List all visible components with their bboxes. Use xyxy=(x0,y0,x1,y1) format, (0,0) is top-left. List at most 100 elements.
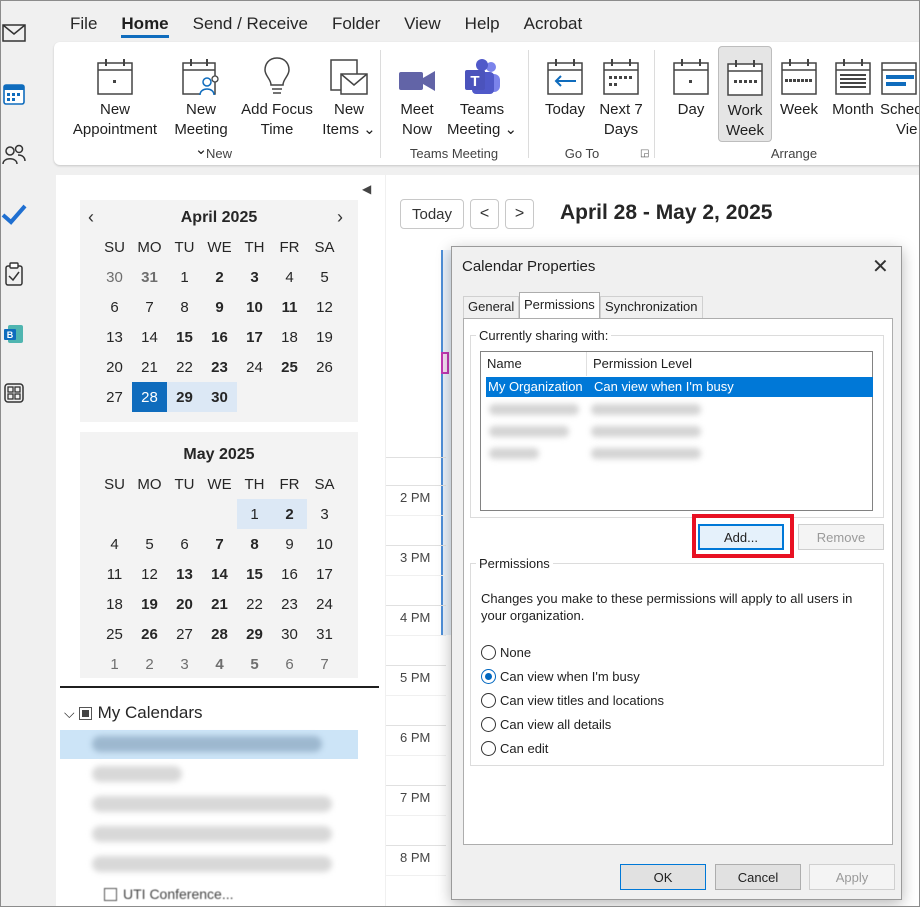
calendar-day[interactable]: 26 xyxy=(307,352,342,382)
day-view-button[interactable]: Day xyxy=(664,50,718,120)
calendar-day[interactable]: 5 xyxy=(307,262,342,292)
radio-can-view-titles[interactable]: Can view titles and locations xyxy=(481,693,664,708)
column-header-permission[interactable]: Permission Level xyxy=(587,352,873,376)
calendar-day[interactable]: 21 xyxy=(132,352,167,382)
calendar-day[interactable]: 26 xyxy=(132,619,167,649)
today-button[interactable]: Today xyxy=(400,199,464,229)
calendar-day[interactable]: 12 xyxy=(132,559,167,589)
people-icon[interactable] xyxy=(1,141,27,167)
next-7-days-button[interactable]: Next 7 Days xyxy=(594,50,648,140)
calendar-day[interactable]: 7 xyxy=(132,292,167,322)
today-ribbon-button[interactable]: Today xyxy=(538,50,592,120)
calendar-day[interactable]: 6 xyxy=(97,292,132,322)
calendar-day[interactable]: 28 xyxy=(202,619,237,649)
meet-now-button[interactable]: Meet Now xyxy=(390,50,444,140)
calendar-day[interactable]: 20 xyxy=(97,352,132,382)
tab-permissions[interactable]: Permissions xyxy=(519,292,600,319)
calendar-list-item[interactable]: UTI Conference... xyxy=(100,886,234,902)
calendar-day[interactable]: 9 xyxy=(272,529,307,559)
calendar-day[interactable]: 16 xyxy=(202,322,237,352)
column-header-name[interactable]: Name xyxy=(481,352,587,376)
calendar-day[interactable]: 31 xyxy=(132,262,167,292)
chevron-down-icon[interactable]: ⌵ xyxy=(64,705,75,722)
tab-acrobat[interactable]: Acrobat xyxy=(524,12,583,38)
calendar-day[interactable]: 23 xyxy=(202,352,237,382)
remove-button[interactable]: Remove xyxy=(798,524,884,550)
new-meeting-button[interactable]: New Meeting ⌄ xyxy=(168,50,234,160)
list-item[interactable] xyxy=(591,448,701,459)
calendar-day[interactable]: 29 xyxy=(237,619,272,649)
calendar-day[interactable]: 25 xyxy=(272,352,307,382)
calendar-day[interactable]: 13 xyxy=(97,322,132,352)
calendar-day[interactable]: 3 xyxy=(167,649,202,679)
calendar-day[interactable]: 30 xyxy=(202,382,237,412)
calendar-day[interactable]: 1 xyxy=(237,499,272,529)
calendar-day[interactable]: 7 xyxy=(202,529,237,559)
apply-button[interactable]: Apply xyxy=(809,864,895,890)
tasks-icon[interactable] xyxy=(1,261,27,287)
calendar-day[interactable]: 14 xyxy=(202,559,237,589)
list-item[interactable] xyxy=(489,404,579,415)
calendar-icon[interactable] xyxy=(1,81,27,107)
calendar-day[interactable]: 23 xyxy=(272,589,307,619)
calendar-day[interactable]: 2 xyxy=(132,649,167,679)
tab-folder[interactable]: Folder xyxy=(332,12,380,38)
calendar-day[interactable]: 15 xyxy=(167,322,202,352)
tab-help[interactable]: Help xyxy=(465,12,500,38)
calendar-day[interactable]: 18 xyxy=(272,322,307,352)
calendar-day[interactable]: 25 xyxy=(97,619,132,649)
calendar-day[interactable]: 16 xyxy=(272,559,307,589)
calendar-day[interactable]: 17 xyxy=(307,559,342,589)
calendar-day[interactable]: 20 xyxy=(167,589,202,619)
schedule-view-button[interactable]: Sched Vie xyxy=(880,50,920,140)
close-icon[interactable]: ✕ xyxy=(872,254,889,279)
calendar-day[interactable]: 10 xyxy=(237,292,272,322)
calendar-day[interactable]: 8 xyxy=(237,529,272,559)
calendar-day[interactable]: 24 xyxy=(237,352,272,382)
calendar-day[interactable]: 11 xyxy=(97,559,132,589)
tab-home[interactable]: Home xyxy=(121,12,169,38)
dialog-launcher-icon[interactable]: ◲ xyxy=(640,148,649,159)
calendar-day[interactable]: 22 xyxy=(237,589,272,619)
calendar-day[interactable]: 21 xyxy=(202,589,237,619)
new-appointment-button[interactable]: New Appointment xyxy=(66,50,164,140)
my-calendars-header[interactable]: ⌵ My Calendars xyxy=(64,703,203,723)
calendar-day[interactable]: 4 xyxy=(272,262,307,292)
tab-view[interactable]: View xyxy=(404,12,441,38)
apps-icon[interactable] xyxy=(1,380,27,406)
calendar-list-item[interactable] xyxy=(92,736,322,752)
cancel-button[interactable]: Cancel xyxy=(715,864,801,890)
calendar-day[interactable]: 14 xyxy=(132,322,167,352)
week-view-button[interactable]: Week xyxy=(772,50,826,120)
next-week-button[interactable]: > xyxy=(505,199,534,229)
calendar-day[interactable]: 15 xyxy=(237,559,272,589)
calendar-day[interactable]: 30 xyxy=(97,262,132,292)
radio-can-edit[interactable]: Can edit xyxy=(481,741,548,756)
list-item[interactable] xyxy=(489,448,539,459)
calendar-day[interactable]: 2 xyxy=(272,499,307,529)
calendar-day[interactable]: 29 xyxy=(167,382,202,412)
calendar-day[interactable]: 8 xyxy=(167,292,202,322)
tab-synchronization[interactable]: Synchronization xyxy=(600,296,703,318)
new-items-button[interactable]: New Items ⌄ xyxy=(318,50,380,140)
calendar-day[interactable]: 1 xyxy=(97,649,132,679)
bookings-icon[interactable]: B xyxy=(1,321,27,347)
radio-can-view-details[interactable]: Can view all details xyxy=(481,717,611,732)
calendar-list-item[interactable] xyxy=(92,826,332,842)
calendar-list-item[interactable] xyxy=(92,766,182,782)
calendar-day[interactable]: 24 xyxy=(307,589,342,619)
month-view-button[interactable]: Month xyxy=(826,50,880,120)
calendar-day[interactable]: 19 xyxy=(132,589,167,619)
calendar-day[interactable]: 31 xyxy=(307,619,342,649)
tab-send-receive[interactable]: Send / Receive xyxy=(193,12,308,38)
add-focus-time-button[interactable]: Add Focus Time xyxy=(238,50,316,140)
calendar-day[interactable]: 17 xyxy=(237,322,272,352)
collapse-pane-icon[interactable]: ◀ xyxy=(362,182,371,196)
radio-none[interactable]: None xyxy=(481,645,531,660)
calendar-day[interactable]: 4 xyxy=(202,649,237,679)
calendar-list-item[interactable] xyxy=(92,796,332,812)
list-item-selected[interactable]: My Organization Can view when I'm busy xyxy=(486,377,873,397)
calendar-day[interactable]: 13 xyxy=(167,559,202,589)
calendar-day[interactable]: 6 xyxy=(167,529,202,559)
calendar-day[interactable]: 19 xyxy=(307,322,342,352)
